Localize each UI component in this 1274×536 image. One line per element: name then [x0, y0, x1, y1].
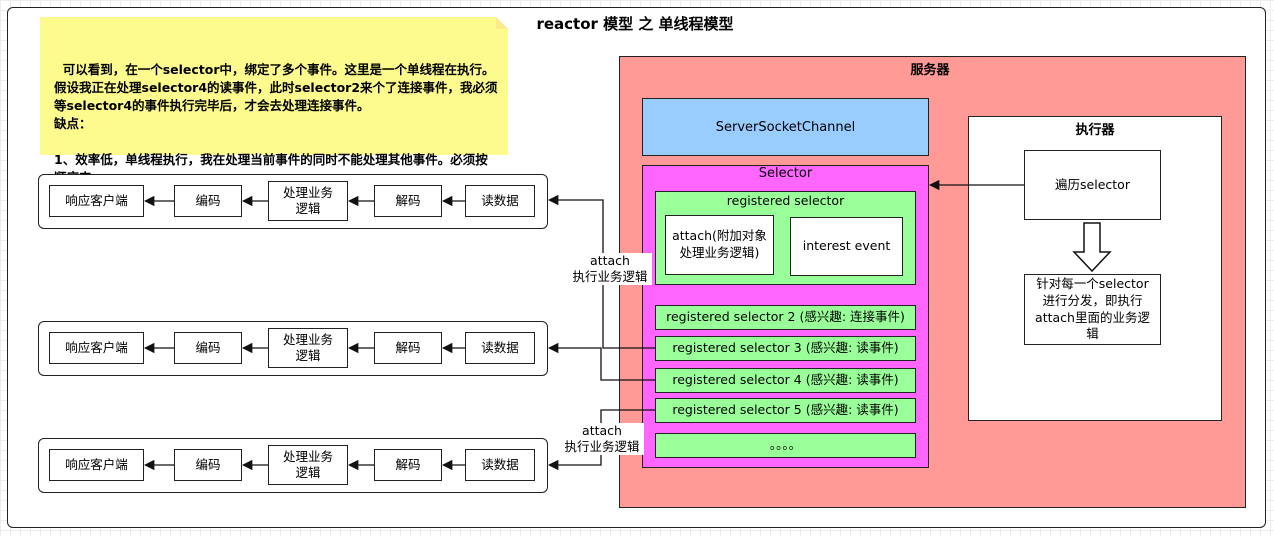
pipeline-3-respond-client: 响应客户端	[49, 449, 144, 481]
pipeline-3-decode: 解码	[374, 449, 442, 481]
registered-selector-2: registered selector 2 (感兴趣: 连接事件)	[655, 305, 916, 330]
pipeline-1-read-data: 读数据	[465, 185, 535, 217]
edge-label-lower: attach 执行业务逻辑	[560, 423, 644, 455]
note: 可以看到，在一个selector中，绑定了多个事件。这里是一个单线程在执行。假设…	[40, 17, 508, 185]
pipeline-2-read-data: 读数据	[465, 332, 535, 364]
attach-box: attach(附加对象处理业务逻辑)	[665, 215, 774, 275]
pipeline-3-business-logic: 处理业务逻辑	[268, 445, 348, 485]
pipeline-1-respond-client: 响应客户端	[49, 185, 144, 217]
registered-selector-3: registered selector 3 (感兴趣: 读事件)	[655, 336, 916, 361]
diagram-title: reactor 模型 之 单线程模型	[536, 15, 734, 33]
note-fold	[496, 17, 508, 29]
server-socket-channel: ServerSocketChannel	[642, 98, 929, 156]
dispatch-box: 针对每一个selector进行分发，即执行attach里面的业务逻辑	[1024, 274, 1161, 345]
server-title: 服务器	[910, 63, 950, 78]
pipeline-1-decode: 解码	[374, 185, 442, 217]
registered-selector-title: registered selector	[726, 193, 845, 208]
registered-selector-5: registered selector 5 (感兴趣: 读事件)	[655, 398, 916, 423]
pipeline-1-encode: 编码	[174, 185, 242, 217]
pipeline-3-encode: 编码	[174, 449, 242, 481]
pipeline-2-encode: 编码	[174, 332, 242, 364]
registered-selector-4: registered selector 4 (感兴趣: 读事件)	[655, 368, 916, 393]
pipeline-3-read-data: 读数据	[465, 449, 535, 481]
selector-title: Selector	[758, 166, 813, 181]
registered-selector-more: 。。。。	[655, 433, 916, 458]
pipeline-1-business-logic: 处理业务逻辑	[268, 181, 348, 221]
note-text: 可以看到，在一个selector中，绑定了多个事件。这里是一个单线程在执行。假设…	[54, 62, 498, 185]
pipeline-2-respond-client: 响应客户端	[49, 332, 144, 364]
interest-event-box: interest event	[790, 217, 903, 276]
pipeline-2-business-logic: 处理业务逻辑	[268, 328, 348, 368]
pipeline-2-decode: 解码	[374, 332, 442, 364]
traverse-selector-box: 遍历selector	[1024, 150, 1161, 220]
edge-label-upper: attach 执行业务逻辑	[568, 253, 652, 285]
executor-title: 执行器	[1075, 123, 1115, 138]
